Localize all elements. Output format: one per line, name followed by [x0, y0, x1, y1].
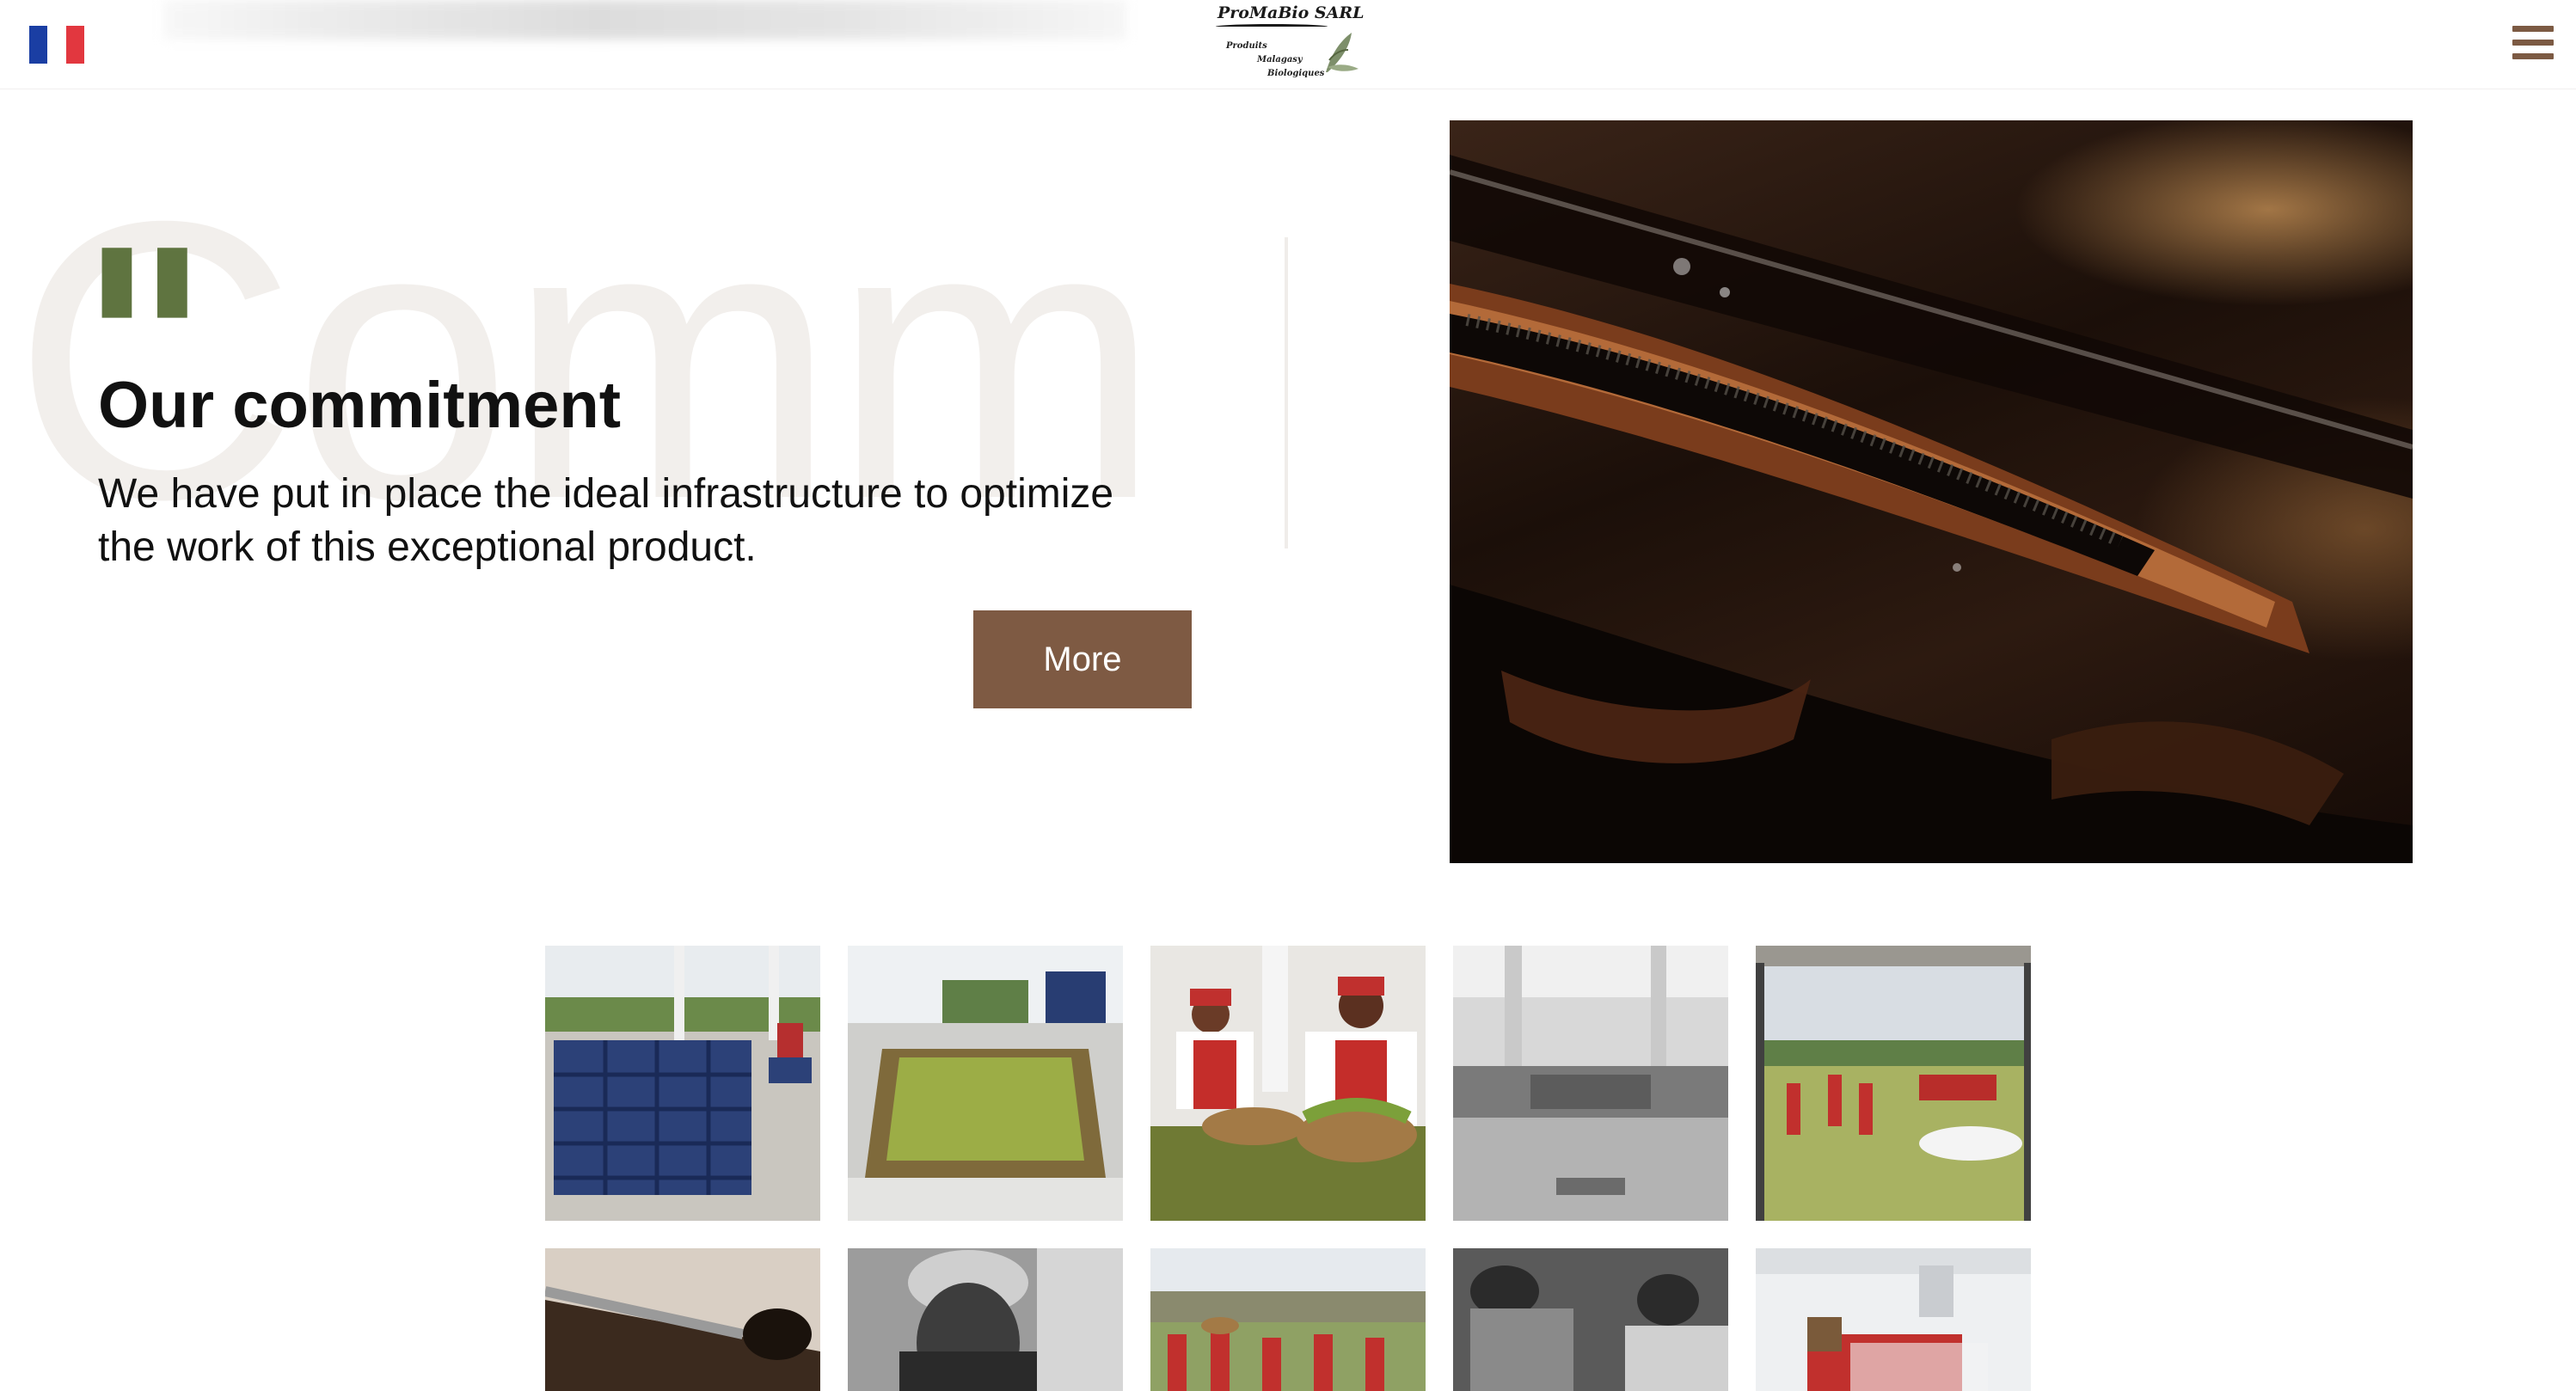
background-divider: [1285, 237, 1288, 548]
section-description: We have put in place the ideal infrastru…: [98, 471, 1114, 570]
workers-at-table-photo[interactable]: [1453, 1248, 1728, 1391]
workers-in-hall-photo[interactable]: [1756, 1248, 2031, 1391]
vanilla-pod-closeup-photo[interactable]: [545, 1248, 820, 1391]
workers-sorting-vanilla-photo[interactable]: [1150, 946, 1426, 1221]
warehouse-interior-photo[interactable]: [1453, 946, 1728, 1221]
logo-title: ProMaBio SARL: [1217, 3, 1365, 22]
vanilla-bean-hero-image: [1450, 120, 2413, 863]
workers-carrying-baskets-photo[interactable]: [1150, 1248, 1426, 1391]
blurred-banner: [163, 0, 1126, 40]
vanilla-leaf-icon: [1326, 33, 1359, 72]
site-header: ProMaBio SARL Produits Malagasy Biologiq…: [0, 0, 2576, 89]
section-title: Our commitment: [98, 369, 622, 442]
logo-line1: Produits: [1226, 41, 1267, 51]
logo-line2: Malagasy: [1257, 55, 1303, 64]
vanilla-crates-photo[interactable]: [545, 946, 820, 1221]
logo-line3: Biologiques: [1267, 69, 1325, 78]
hamburger-menu-icon[interactable]: [2512, 26, 2554, 60]
site-logo[interactable]: ProMaBio SARL Produits Malagasy Biologiq…: [1211, 2, 1365, 84]
quote-mark-icon: ": [77, 217, 212, 346]
vanilla-washing-tables-photo[interactable]: [848, 946, 1123, 1221]
drying-field-photo[interactable]: [1756, 946, 2031, 1221]
logo-swoosh: [1216, 24, 1328, 29]
more-button[interactable]: More: [973, 610, 1192, 708]
elderly-man-portrait-photo[interactable]: [848, 1248, 1123, 1391]
france-flag-icon[interactable]: [29, 26, 84, 64]
